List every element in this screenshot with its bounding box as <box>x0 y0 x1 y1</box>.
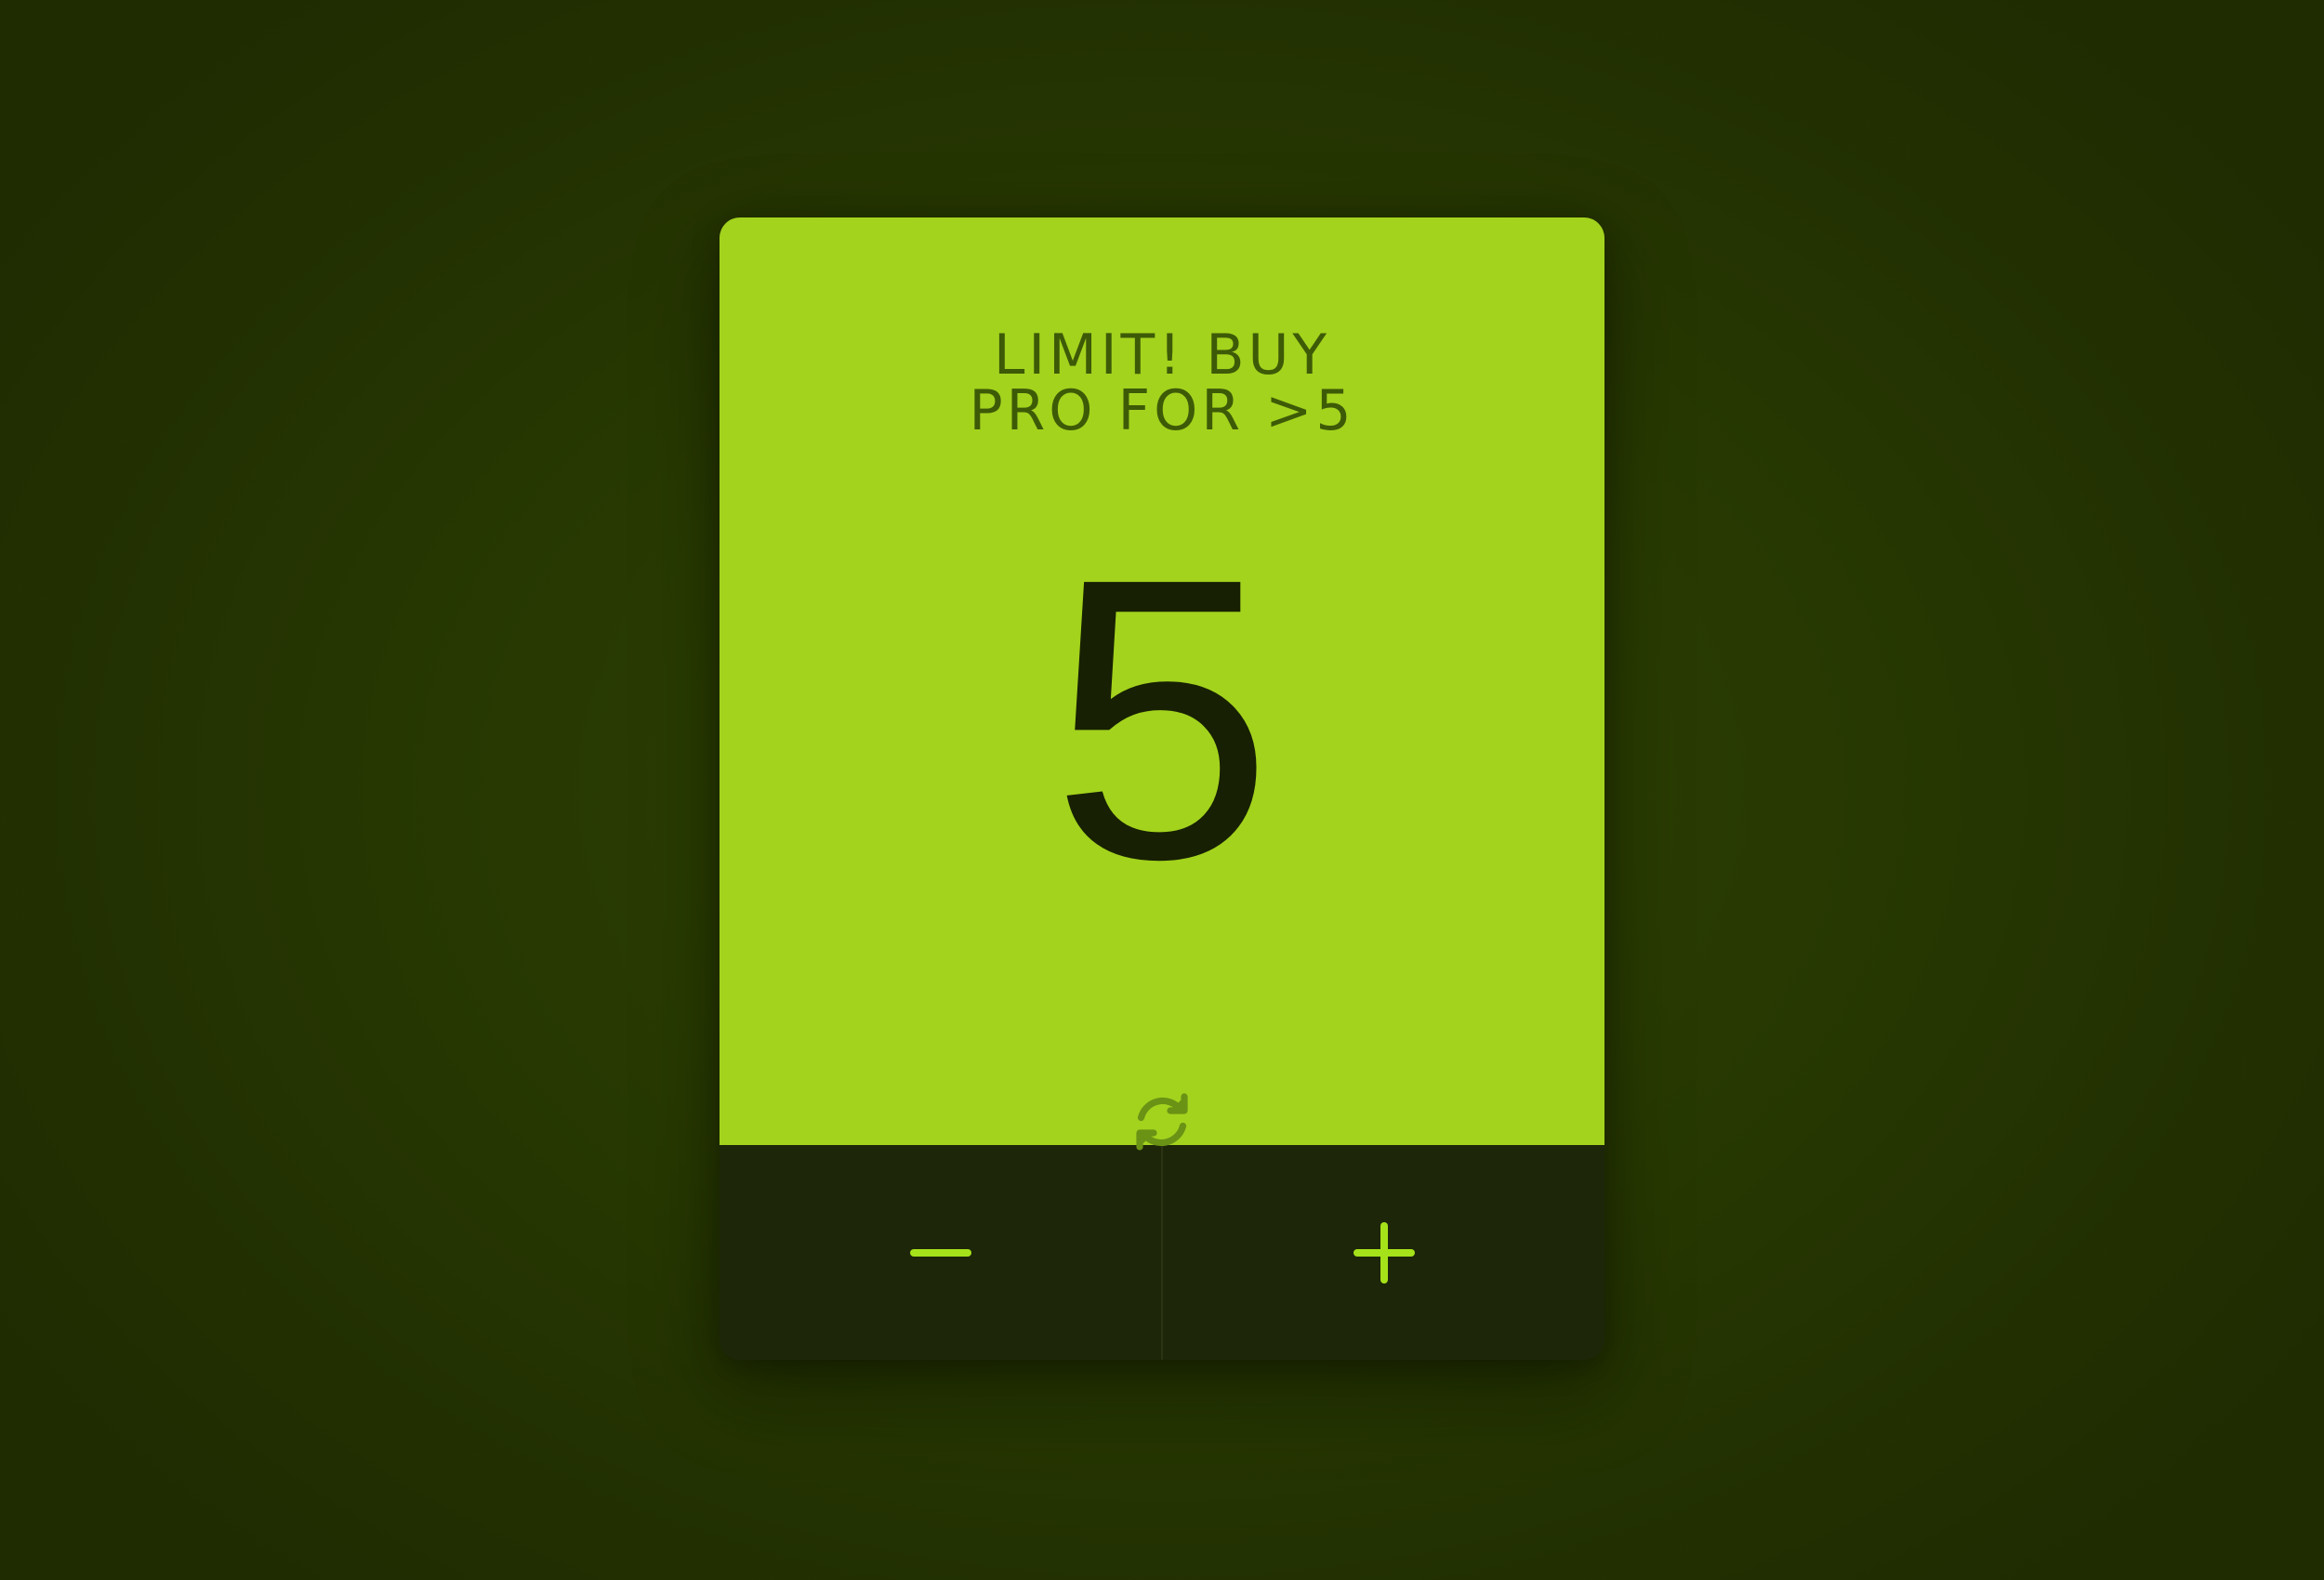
refresh-icon <box>1129 1088 1195 1159</box>
counter-display: LIMIT! BUY PRO FOR >5 5 <box>720 217 1604 1151</box>
counter-card: LIMIT! BUY PRO FOR >5 5 <box>720 217 1604 1360</box>
increment-button[interactable] <box>1163 1145 1604 1360</box>
controls-bar <box>720 1145 1604 1360</box>
plus-icon <box>1352 1220 1417 1285</box>
counter-value: 5 <box>1050 496 1274 942</box>
decrement-button[interactable] <box>720 1145 1161 1360</box>
minus-icon <box>908 1246 973 1259</box>
limit-message: LIMIT! BUY PRO FOR >5 <box>969 323 1355 443</box>
reset-button[interactable] <box>1126 1087 1198 1160</box>
